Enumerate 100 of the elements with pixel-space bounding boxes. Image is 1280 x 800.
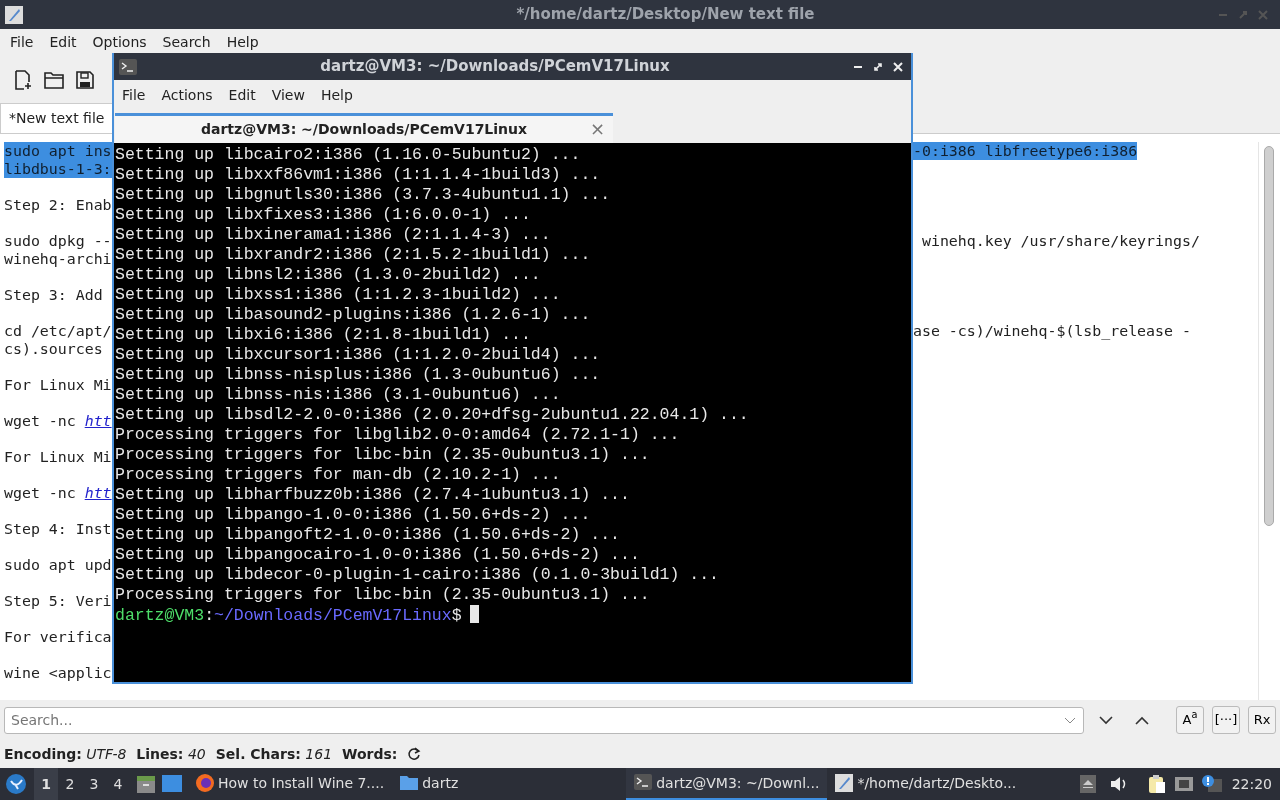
menu-item[interactable]: Help <box>218 32 267 53</box>
workspace-button[interactable]: 1 <box>34 768 58 800</box>
output-line: Processing triggers for libglib2.0-0:amd64 (2.72.1-1) ... <box>115 425 681 445</box>
menu-item[interactable]: Edit <box>41 32 85 53</box>
output-line: Setting up libxi6:i386 (2:1.8-1build1) ... <box>115 325 532 345</box>
output-line: Setting up libnss-nis:i386 (3.1-0ubuntu6) ... <box>115 385 562 405</box>
output-line: Setting up libharfbuzz0b:i386 (2.7.4-1ubuntu3.1) ... <box>115 485 631 505</box>
menu-item[interactable]: Search <box>154 32 219 53</box>
close-tab-button[interactable]: × <box>589 116 605 142</box>
status-label: Sel. Chars: <box>215 745 301 762</box>
code-line: wine <applic <box>4 664 112 682</box>
search-field[interactable]: Search... <box>4 706 1084 734</box>
terminal-tab[interactable]: dartz@VM3: ~/Downloads/PCemV17Linux × <box>115 113 613 143</box>
tab-label: dartz@VM3: ~/Downloads/PCemV17Linux <box>200 120 528 139</box>
output-line: Setting up libxcursor1:i386 (1:1.2.0-2build4) ... <box>115 345 602 365</box>
notification-icon[interactable] <box>1201 775 1222 793</box>
prompt-sign: $ <box>451 606 462 625</box>
taskbar-task[interactable]: How to Install Wine 7.... <box>188 768 393 800</box>
code-line: wget -nc htt <box>4 484 112 502</box>
menu-item[interactable]: Actions <box>153 85 221 106</box>
prompt-path: ~/Downloads/PCemV17Linux <box>214 606 452 625</box>
taskbar-task[interactable]: */home/dartz/Deskto... <box>827 768 1025 800</box>
code-line: Step 4: Inst <box>4 520 112 538</box>
output-line: Setting up libxfixes3:i386 (1:6.0.0-1) ... <box>115 205 532 225</box>
window-title: dartz@VM3: ~/Downloads/PCemV17Linux <box>320 57 670 76</box>
code-line: Step 5: Veri <box>4 592 112 610</box>
output-line: Processing triggers for man-db (2.10.2-1) ... <box>115 465 562 485</box>
output-line: Setting up libpangocairo-1.0-0:i386 (1.50.6+ds-2) ... <box>115 545 641 565</box>
task-label: dartz@VM3: ~/Downl... <box>656 773 820 793</box>
output-line: Setting up libsdl2-2.0-0:i386 (2.0.20+dfsg-2ubuntu1.22.04.1) ... <box>115 405 750 425</box>
folder-icon <box>400 774 419 792</box>
code-line: For verifica <box>4 628 112 646</box>
status-label: Encoding: <box>4 745 82 762</box>
task-label: How to Install Wine 7.... <box>218 773 385 793</box>
menu-item[interactable]: File <box>114 85 154 106</box>
output-line: Setting up libcairo2:i386 (1.16.0-5ubuntu2) ... <box>115 145 582 165</box>
eject-icon[interactable] <box>1079 775 1096 793</box>
output-line: Setting up libxinerama1:i386 (2:1.1.4-3) ... <box>115 225 552 245</box>
output-line: Setting up libxxf86vm1:i386 (1:1.1.4-1build3) ... <box>115 165 602 185</box>
whole-word-toggle[interactable]: [···] <box>1212 706 1240 734</box>
clipboard-icon[interactable] <box>1147 774 1166 794</box>
menu-item[interactable]: File <box>2 32 42 53</box>
editor-icon <box>835 774 854 792</box>
task-label: */home/dartz/Deskto... <box>857 773 1017 793</box>
workspace-button[interactable]: 2 <box>58 768 82 800</box>
terminal-icon <box>634 774 653 792</box>
new-file-icon[interactable] <box>14 70 32 90</box>
match-case-toggle[interactable]: A$^{a}$ <box>1176 706 1204 734</box>
menu-item[interactable]: Edit <box>220 85 264 106</box>
status-label: Words: <box>342 745 398 762</box>
file-manager-icon[interactable] <box>136 774 156 794</box>
output-line: Processing triggers for libc-bin (2.35-0ubuntu3.1) ... <box>115 585 651 605</box>
code-line: For Linux Mi <box>4 448 112 466</box>
app-icon <box>5 5 23 24</box>
code-line: wget -nc htt <box>4 412 112 430</box>
document-tab[interactable]: *New text file <box>0 103 114 133</box>
dropdown-caret-icon[interactable] <box>1064 716 1076 725</box>
menu-item[interactable]: Options <box>84 32 155 53</box>
code-line: Step 3: Add <box>4 286 103 304</box>
window-title: */home/dartz/Desktop/New text file <box>516 5 815 24</box>
folder-icon[interactable] <box>44 71 64 89</box>
output-line: Processing triggers for libc-bin (2.35-0ubuntu3.1) ... <box>115 445 651 465</box>
taskbar-task[interactable]: dartz <box>392 768 467 800</box>
workspace-button[interactable]: 4 <box>106 768 130 800</box>
status-value: 40 <box>187 745 206 762</box>
output-line: Setting up libnss-nisplus:i386 (1.3-0ubuntu6) ... <box>115 365 602 385</box>
output-line: Setting up libnsl2:i386 (1.3.0-2build2) ... <box>115 265 542 285</box>
network-icon[interactable] <box>1173 775 1194 793</box>
status-value: UTF-8 <box>86 745 127 762</box>
code-line: winehq-archi <box>4 250 112 268</box>
chevron-up-icon <box>1135 716 1149 725</box>
start-menu-icon[interactable] <box>6 774 26 794</box>
cursor <box>469 605 479 623</box>
chevron-down-icon <box>1099 716 1113 725</box>
refresh-icon[interactable] <box>407 747 422 761</box>
code-line: For Linux Mi <box>4 376 112 394</box>
menu-item[interactable]: View <box>263 85 313 106</box>
output-line: Setting up libdecor-0-plugin-1-cairo:i386 (0.1.0-3build1) ... <box>115 565 720 585</box>
terminal-icon <box>119 58 137 75</box>
regex-toggle[interactable]: Rx <box>1248 706 1276 734</box>
code-line: sudo apt upd <box>4 556 112 574</box>
menu-item[interactable]: Help <box>312 85 361 106</box>
workspace-button[interactable]: 3 <box>82 768 106 800</box>
code-line: ase -cs)/winehq-$(lsb_release - <box>913 322 1191 340</box>
volume-icon[interactable] <box>1109 776 1128 792</box>
status-value: 161 <box>305 745 333 762</box>
prompt-separator: : <box>204 606 215 625</box>
desktop-icon[interactable] <box>162 775 182 793</box>
clock[interactable]: 22:20 <box>1231 773 1272 795</box>
code-line: sudo dpkg -- <box>4 232 112 250</box>
output-line: Setting up libgnutls30:i386 (3.7.3-4ubuntu1.1) ... <box>115 185 612 205</box>
output-line: Setting up libxss1:i386 (1:1.2.3-1build2) ... <box>115 285 562 305</box>
browser-icon <box>196 774 214 792</box>
task-label: dartz <box>422 773 459 793</box>
status-label: Lines: <box>136 745 184 762</box>
output-line: Setting up libpangoft2-1.0-0:i386 (1.50.6+ds-2) ... <box>115 525 621 545</box>
code-line: Step 2: Enab <box>4 196 112 214</box>
output-line: Setting up libpango-1.0-0:i386 (1.50.6+ds-2) ... <box>115 505 592 525</box>
taskbar-task[interactable]: dartz@VM3: ~/Downl... <box>626 768 828 800</box>
save-icon[interactable] <box>76 71 94 89</box>
